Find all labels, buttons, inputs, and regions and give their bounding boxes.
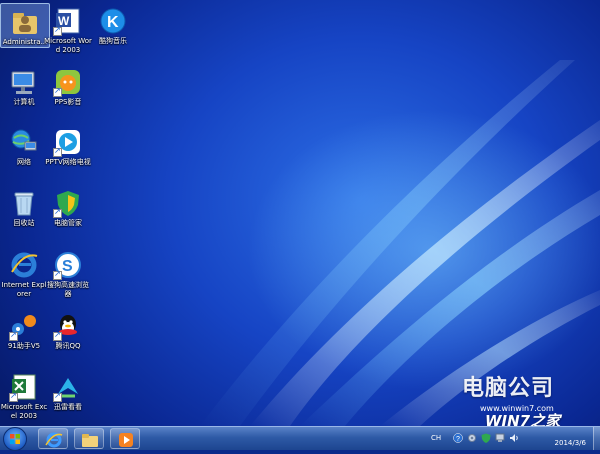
desktop-icon-xunlei[interactable]: 迅雷看看: [44, 369, 92, 412]
user-folder-icon: [10, 7, 40, 37]
desktop-icon-pc-manager[interactable]: 电脑管家: [44, 185, 92, 228]
shortcut-arrow-icon: [53, 330, 62, 341]
computer-icon: [9, 67, 39, 97]
network-tray-icon[interactable]: [495, 433, 505, 443]
speaker-icon[interactable]: [509, 433, 519, 443]
desktop-icon-label: 回收站: [13, 219, 35, 227]
gear-icon[interactable]: [467, 433, 477, 443]
taskbar-ie-button[interactable]: [38, 428, 68, 449]
desktop-icon-label: 迅雷看看: [54, 403, 82, 411]
desktop-icon-label: 计算机: [13, 98, 35, 106]
desktop-icon-label: PPS影音: [54, 98, 82, 106]
ie-icon: [9, 250, 39, 280]
shortcut-arrow-icon: [53, 207, 62, 218]
shortcut-arrow-icon: [53, 25, 62, 36]
shortcut-arrow-icon: [9, 391, 18, 402]
excel-icon: [9, 372, 39, 402]
desktop-icon-pps[interactable]: PPS影音: [44, 64, 92, 107]
watermark-brand: 电脑公司: [462, 376, 555, 401]
windows-logo-icon: [10, 434, 20, 444]
desktop-icon-network[interactable]: 网络: [0, 124, 48, 167]
desktop-icon-91-assistant[interactable]: 91助手V5: [0, 308, 48, 351]
help-icon[interactable]: ?: [453, 433, 463, 443]
svg-text:S: S: [62, 258, 73, 275]
desktop-icon-word[interactable]: W Microsoft Word 2003: [44, 3, 92, 55]
desktop-icon-recycle-bin[interactable]: 回收站: [0, 185, 48, 228]
desktop-icon-label: PPTV网络电视: [45, 158, 91, 166]
qq-icon: [53, 311, 83, 341]
desktop-icon-kugou[interactable]: K 酷狗音乐: [89, 3, 137, 46]
desktop-icon-label: Microsoft Word 2003: [44, 37, 92, 54]
desktop-icon-label: 电脑管家: [54, 219, 82, 227]
recycle-bin-icon: [9, 188, 39, 218]
kugou-icon: K: [98, 6, 128, 36]
desktop-icon-internet-explorer[interactable]: Internet Explorer: [0, 247, 48, 299]
shortcut-arrow-icon: [53, 269, 62, 280]
desktop-icon-sogou-browser[interactable]: S 搜狗高速浏览器: [44, 247, 92, 299]
pps-icon: [53, 67, 83, 97]
network-icon: [9, 127, 39, 157]
shortcut-arrow-icon: [53, 391, 62, 402]
shortcut-arrow-icon: [53, 86, 62, 97]
shortcut-arrow-icon: [53, 146, 62, 157]
svg-text:?: ?: [456, 436, 460, 443]
word-icon: W: [53, 6, 83, 36]
svg-text:K: K: [107, 14, 119, 31]
pptv-icon: [53, 127, 83, 157]
clock-date[interactable]: 2014/3/6: [555, 439, 586, 447]
folder-icon: [82, 434, 98, 447]
desktop-icon-label: 搜狗高速浏览器: [47, 281, 89, 298]
desktop-icon-pptv[interactable]: PPTV网络电视: [44, 124, 92, 167]
start-button[interactable]: [3, 427, 27, 451]
desktop-icon-administrator[interactable]: Administra...: [0, 3, 50, 48]
taskbar-media-player-button[interactable]: [110, 428, 140, 449]
input-language[interactable]: CH: [431, 434, 441, 442]
media-player-icon: [119, 433, 133, 447]
desktop-icon-label: 酷狗音乐: [99, 37, 127, 45]
desktop-icon-label: Internet Explorer: [1, 281, 47, 298]
pc-manager-icon: [53, 188, 83, 218]
desktop-icon-excel[interactable]: Microsoft Excel 2003: [0, 369, 48, 421]
taskbar: CH ? 2014/3/6: [0, 426, 600, 451]
shortcut-arrow-icon: [9, 330, 18, 341]
system-tray: CH ? 2014/3/6: [431, 429, 596, 449]
taskbar-explorer-button[interactable]: [74, 428, 104, 449]
desktop-icon-label: 网络: [17, 158, 31, 166]
desktop-icon-computer[interactable]: 计算机: [0, 64, 48, 107]
shield-icon[interactable]: [481, 433, 491, 443]
desktop-icon-label: Microsoft Excel 2003: [0, 403, 48, 420]
desktop-icon-label: 91助手V5: [7, 342, 41, 350]
91-assistant-icon: [9, 311, 39, 341]
sogou-browser-icon: S: [53, 250, 83, 280]
ie-icon: [45, 432, 63, 448]
desktop-icon-label: 腾讯QQ: [55, 342, 81, 350]
desktop-icon-label: Administra...: [2, 38, 48, 46]
desktop-icon-qq[interactable]: 腾讯QQ: [44, 308, 92, 351]
watermark-logo: WIN7之家: [485, 412, 561, 426]
show-desktop-button[interactable]: [593, 427, 600, 450]
desktop[interactable]: Administra... 计算机 网络 回收站 Internet Explor…: [0, 0, 600, 426]
xunlei-icon: [53, 372, 83, 402]
